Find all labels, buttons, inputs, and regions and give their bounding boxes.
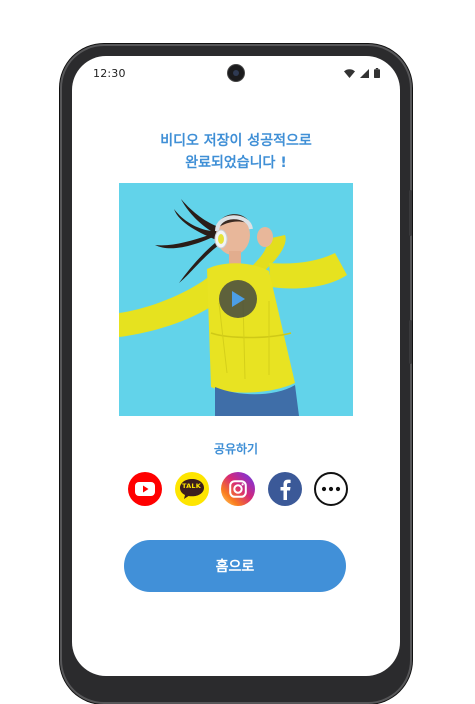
kakaotalk-share-button[interactable]: TALK [174, 472, 209, 506]
share-buttons: TALK [128, 472, 348, 506]
battery-icon [374, 68, 380, 78]
play-icon [232, 291, 245, 307]
kakaotalk-label: TALK [182, 482, 201, 490]
play-button[interactable] [219, 280, 257, 318]
phone-volume-button [409, 190, 412, 236]
share-label: 공유하기 [213, 442, 259, 456]
wifi-icon [344, 68, 355, 78]
youtube-icon [135, 482, 155, 496]
page-title: 비디오 저장이 성공적으로 완료되었습니다 ! [72, 130, 400, 174]
front-camera [228, 65, 244, 81]
home-button[interactable]: 홈으로 [124, 540, 346, 592]
more-share-button[interactable] [314, 472, 348, 506]
title-line-2: 완료되었습니다 ! [185, 155, 287, 171]
phone-screen: 12:30 비디오 저장이 성공적으로 완료되었습니다 ! 공유하기 TALK … [72, 56, 400, 676]
more-icon [321, 486, 341, 492]
facebook-icon [280, 479, 291, 500]
instagram-icon [229, 480, 247, 498]
status-bar: 12:30 [72, 56, 400, 90]
signal-icon [360, 68, 369, 78]
title-line-1: 비디오 저장이 성공적으로 [160, 133, 312, 149]
phone-power-button [409, 320, 412, 364]
video-thumbnail[interactable] [119, 183, 353, 416]
status-icons [344, 68, 380, 78]
instagram-share-button[interactable] [221, 472, 255, 506]
status-time: 12:30 [93, 67, 126, 80]
youtube-share-button[interactable] [128, 472, 162, 506]
facebook-share-button[interactable] [267, 472, 302, 506]
